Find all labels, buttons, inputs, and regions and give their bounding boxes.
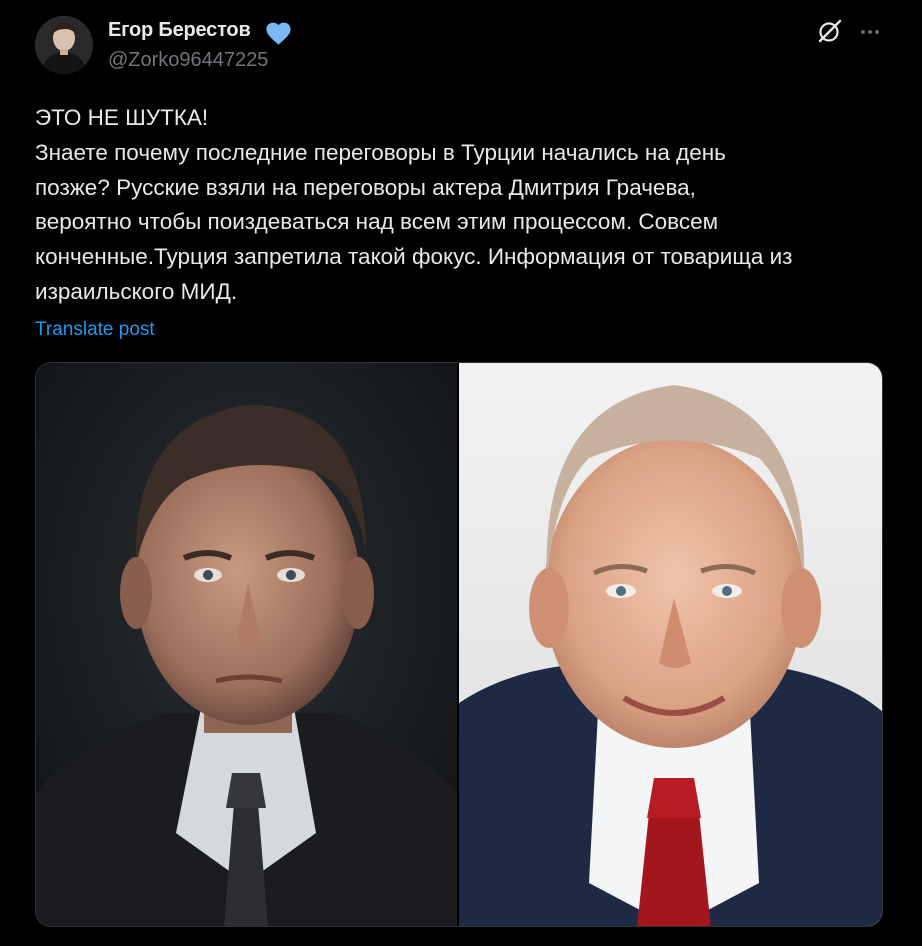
post-text-line: Знаете почему последние переговоры в Тур… bbox=[35, 139, 726, 165]
author-avatar[interactable] bbox=[35, 16, 93, 74]
post-text: ЭТО НЕ ШУТКА! Знаете почему последние пе… bbox=[35, 101, 895, 310]
post-text-line: израильского МИД. bbox=[35, 278, 238, 304]
portrait-photo-right[interactable] bbox=[459, 363, 882, 926]
post-text-line: вероятно чтобы поиздеваться над всем эти… bbox=[35, 209, 719, 235]
more-dots-icon[interactable] bbox=[858, 20, 882, 44]
author-display-name[interactable]: Егор Берестов bbox=[108, 19, 251, 42]
translate-post-link[interactable]: Translate post bbox=[35, 319, 155, 341]
tweet: Егор Берестов @Zorko96447225 ЭТО НЕ ШУТК… bbox=[0, 0, 922, 946]
post-text-line: ЭТО НЕ ШУТКА! bbox=[35, 105, 209, 130]
grok-icon[interactable] bbox=[817, 18, 843, 44]
media-grid bbox=[35, 362, 883, 927]
author-handle[interactable]: @Zorko96447225 bbox=[108, 49, 268, 72]
post-text-line: позже? Русские взяли на переговоры актер… bbox=[35, 174, 696, 200]
portrait-photo-left[interactable] bbox=[36, 363, 457, 926]
post-text-line: конченные.Турция запретила такой фокус. … bbox=[35, 244, 793, 270]
verified-badge-icon[interactable] bbox=[264, 19, 293, 48]
